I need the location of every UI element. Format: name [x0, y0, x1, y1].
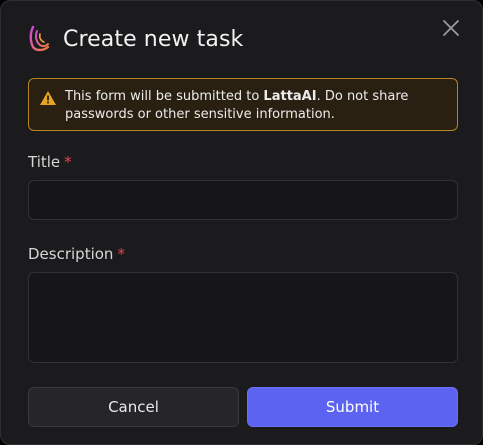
title-label: Title *: [28, 153, 72, 171]
cancel-button[interactable]: Cancel: [28, 387, 239, 427]
warning-banner: This form will be submitted to LattaAI. …: [28, 78, 458, 131]
warning-triangle-icon: [39, 90, 57, 106]
warning-text-before: This form will be submitted to: [65, 89, 264, 104]
description-label-text: Description: [28, 245, 114, 263]
close-icon[interactable]: [441, 18, 461, 38]
title-label-text: Title: [28, 153, 61, 171]
title-required-marker: *: [64, 153, 72, 171]
dialog-header: Create new task: [27, 25, 243, 53]
title-input[interactable]: [28, 180, 458, 220]
description-label: Description *: [28, 245, 125, 263]
warning-text: This form will be submitted to LattaAI. …: [65, 89, 408, 122]
dialog-title: Create new task: [63, 26, 244, 52]
description-textarea[interactable]: [28, 272, 458, 363]
submit-button[interactable]: Submit: [247, 387, 458, 427]
create-task-dialog: Create new task This form will be submit…: [0, 0, 483, 445]
description-required-marker: *: [117, 245, 125, 263]
warning-brand: LattaAI: [263, 89, 317, 104]
latta-logo-icon: [27, 25, 51, 53]
